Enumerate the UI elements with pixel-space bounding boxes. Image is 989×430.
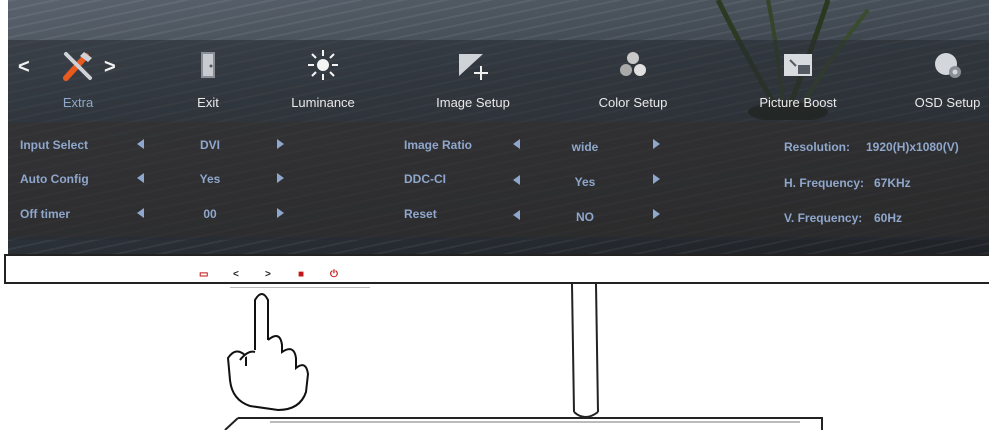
pointing-hand-icon bbox=[226, 293, 310, 412]
monitor-stand bbox=[224, 283, 823, 430]
